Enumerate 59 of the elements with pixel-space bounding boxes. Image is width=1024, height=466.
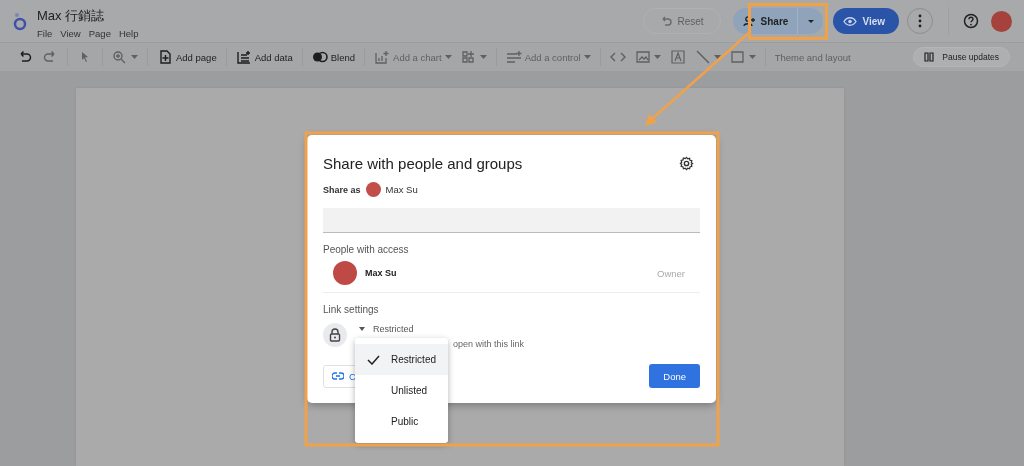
undo-arrow-icon <box>660 16 673 26</box>
pause-icon <box>924 52 935 62</box>
eye-icon <box>843 16 858 26</box>
view-button[interactable]: View <box>833 8 899 34</box>
blend-button[interactable]: Blend <box>308 46 359 68</box>
caret-icon <box>713 55 721 59</box>
section-heading: Link settings <box>323 304 380 315</box>
person-role: Owner <box>657 267 685 279</box>
add-chart-icon <box>374 50 391 64</box>
add-people-field[interactable] <box>323 208 700 233</box>
shape-icon <box>729 50 746 64</box>
share-button[interactable]: Share <box>732 8 824 34</box>
user-avatar[interactable] <box>991 10 1012 32</box>
access-description: open with this link <box>453 339 525 349</box>
menu-option[interactable]: Public <box>355 406 448 437</box>
user-chip[interactable]: Max Su <box>365 180 424 199</box>
share-as-label: Share as <box>323 184 361 195</box>
menu-item[interactable]: Help <box>118 27 139 39</box>
line-icon <box>694 50 711 64</box>
add-data-icon <box>235 50 252 64</box>
add-page-button[interactable]: Add page <box>154 46 220 68</box>
undo-icon <box>17 50 33 64</box>
caret-icon <box>479 55 487 59</box>
image-icon <box>634 50 651 64</box>
done-button[interactable]: Done <box>649 364 700 388</box>
menu-item[interactable]: Page <box>88 27 111 39</box>
caret-icon <box>653 55 661 59</box>
settings-icon[interactable] <box>679 156 694 171</box>
menu-item[interactable]: View <box>60 27 81 39</box>
zoom-icon <box>112 50 128 64</box>
add-control-icon <box>505 50 522 64</box>
logo-icon <box>13 11 27 31</box>
menu-option[interactable]: Restricted <box>355 344 448 375</box>
menu-item[interactable]: File <box>37 27 53 39</box>
blend-icon <box>311 50 328 64</box>
person-name: Max Su <box>365 268 397 278</box>
access-dropdown[interactable]: Restricted <box>359 324 525 334</box>
check-icon <box>366 354 380 365</box>
text-icon <box>669 50 686 64</box>
caret-icon <box>444 55 452 59</box>
caret-icon <box>807 18 816 24</box>
caret-icon <box>583 55 591 59</box>
more-icon <box>918 14 922 28</box>
caret-icon <box>131 55 138 59</box>
add-data-button[interactable]: Add data <box>232 46 296 68</box>
caret-icon <box>359 327 365 331</box>
add-person-icon <box>742 15 756 27</box>
dialog-title: Share with people and groups <box>323 155 523 172</box>
code-icon <box>609 50 626 64</box>
community-icon <box>460 50 477 64</box>
help-icon[interactable] <box>963 13 979 29</box>
section-heading: People with access <box>323 244 410 255</box>
link-icon <box>332 372 344 380</box>
caret-icon <box>748 55 756 59</box>
add-page-icon <box>157 50 173 64</box>
person-avatar <box>333 261 357 285</box>
pause-updates-button[interactable]: Pause updates <box>913 47 1010 67</box>
lock-icon <box>323 323 347 347</box>
report-title[interactable]: Max 行銷誌 <box>37 6 139 25</box>
